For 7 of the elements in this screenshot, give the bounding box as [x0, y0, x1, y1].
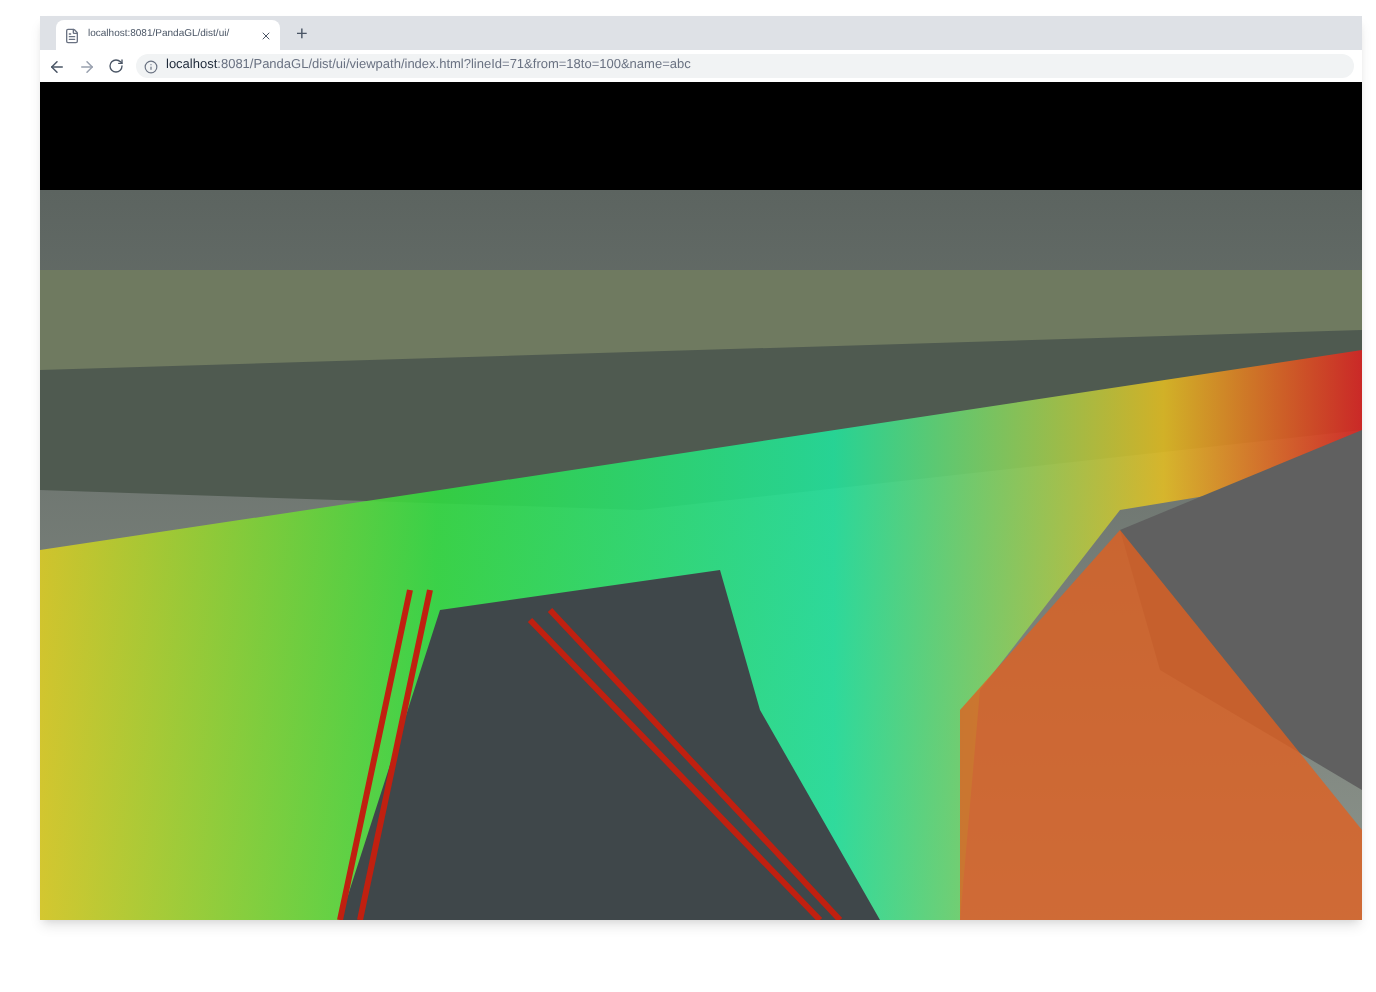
- close-icon[interactable]: [260, 29, 272, 41]
- reload-icon[interactable]: [108, 58, 124, 74]
- info-icon: [144, 59, 158, 73]
- back-icon[interactable]: [48, 57, 66, 75]
- new-tab-button[interactable]: +: [296, 26, 308, 46]
- forward-icon[interactable]: [78, 57, 96, 75]
- page-icon: [64, 27, 80, 43]
